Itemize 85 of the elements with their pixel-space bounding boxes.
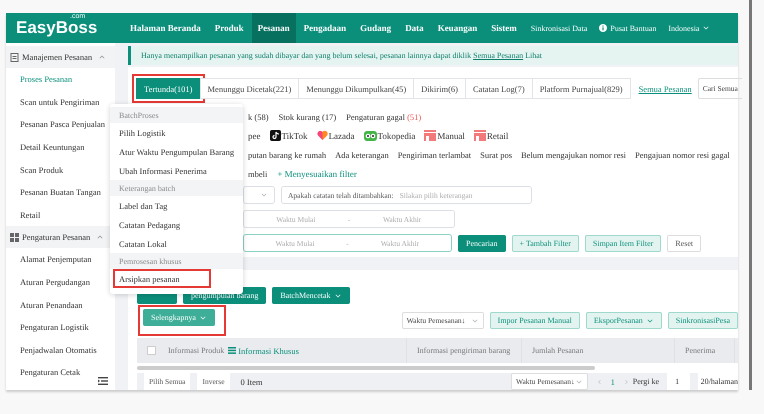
platform-filter[interactable]: Manual [424, 130, 465, 142]
status-filter[interactable]: k (58) [248, 112, 269, 122]
nav-item[interactable]: Pesanan [252, 13, 296, 43]
scrollbar[interactable] [749, 0, 752, 390]
nav-item[interactable]: Produk [208, 13, 250, 43]
page-input[interactable]: 1 [667, 373, 690, 390]
music-note-icon [270, 130, 280, 142]
sidebar-item[interactable]: Proses Pesanan [6, 68, 115, 91]
menu-item[interactable]: Label dan Tag [110, 196, 243, 215]
sidebar-item[interactable]: Penjadwalan Otomatis [6, 338, 115, 362]
menu-item[interactable]: Pilih Logistik [110, 123, 243, 142]
menu-item[interactable]: Ubah Informasi Penerima [110, 161, 243, 180]
filter-button[interactable]: Simpan Item Filter [584, 234, 662, 252]
tab[interactable]: Menunggu Dikumpulkan(45) [298, 78, 414, 100]
tab[interactable]: Dikirim(6) [413, 78, 466, 100]
platform-filter[interactable]: pee [248, 130, 260, 141]
group-title: Manajemen Pesanan [22, 52, 92, 62]
next-page-icon[interactable] [622, 378, 630, 386]
sidebar-item[interactable]: Pengaturan Logistik [6, 316, 115, 339]
tag-filter[interactable]: putan barang ke rumah [248, 150, 326, 160]
goto-label: Pergi ke [632, 377, 660, 386]
menu-item[interactable]: Atur Waktu Pengumpulan Barang [110, 142, 243, 161]
grid-icon [10, 232, 19, 242]
help-link[interactable]: Pusat Bantuan [599, 24, 656, 32]
page-size-select[interactable]: 20/halaman [698, 373, 738, 390]
customize-filter-link[interactable]: + Menyesuaikan filter [277, 168, 357, 179]
toolbar-button[interactable]: Impor Pesanan Manual [490, 312, 580, 329]
nav-item[interactable]: Keuangan [432, 13, 484, 43]
sync-link[interactable]: Sinkronisasi Data [530, 24, 588, 32]
all-orders-link[interactable]: Semua Pesanan [473, 51, 524, 60]
tag-filter[interactable]: Pengiriman terlambat [398, 150, 472, 160]
language-select[interactable]: Indonesia [668, 24, 710, 32]
status-filter[interactable]: Stok kurang (17) [278, 112, 336, 122]
item-count: 0 Item [240, 376, 262, 386]
nav-item[interactable]: Gudang [354, 13, 398, 43]
collapse-icon[interactable] [98, 377, 108, 385]
scrollbar-thumb[interactable] [137, 366, 595, 370]
tab[interactable]: Menunggu Dicetak(221) [200, 78, 300, 100]
page-number[interactable]: 1 [610, 376, 615, 386]
previous-page-icon[interactable] [596, 378, 603, 386]
document-icon [10, 52, 19, 62]
sidebar-group[interactable]: Manajemen Pesanan [6, 46, 115, 68]
status-filter[interactable]: Pengaturan gagal (51) [346, 112, 422, 122]
chevron-down-icon [702, 24, 710, 32]
filter-button[interactable]: Pencarian [458, 234, 506, 252]
action-button[interactable]: BatchMencetak [272, 287, 350, 304]
owl-icon [364, 130, 377, 142]
checkbox[interactable] [147, 346, 156, 355]
filter-button[interactable]: Reset [667, 234, 702, 252]
menu-section-title: Keterangan batch [110, 180, 243, 196]
menu-section-title: BatchProses [110, 107, 243, 123]
nav-item[interactable]: Data [399, 13, 430, 43]
heart-icon [316, 130, 328, 142]
platform-filter[interactable]: Lazada [316, 130, 355, 142]
column-header: Penerima [685, 346, 716, 355]
tag-filter[interactable]: Belum mengajukan nomor resi [521, 150, 626, 160]
tag-filter[interactable]: Pengajuan nomor resi gagal [635, 150, 730, 160]
platform-filter[interactable]: Retail [474, 130, 508, 142]
tag-filter[interactable]: Surat pos [480, 150, 512, 160]
toolbar-button[interactable]: EksporPesanan [586, 312, 662, 329]
filter-label: mbeli [248, 168, 268, 179]
sidebar-item[interactable]: Aturan Penandaan [6, 293, 115, 316]
toolbar-button[interactable]: SinkronisasiPesa [668, 312, 738, 329]
tab[interactable]: Catatan Log(7) [465, 78, 533, 100]
notice-text: Hanya menampilkan pesanan yang sudah dibayar dan yang belum selesai, pesanan lainnya dapat diklik Semua Pesanan Lihat [128, 46, 738, 66]
menu-item[interactable]: Arsipkan pesanan [113, 269, 211, 288]
nav-item[interactable]: Sistem [485, 13, 523, 43]
sidebar-item[interactable]: Pengaturan Cetak [6, 361, 115, 384]
tag-filter[interactable]: Ada keterangan [335, 150, 389, 160]
column-header: Informasi pengiriman barang [417, 346, 510, 355]
group-title: Pengaturan Pesanan [22, 232, 90, 242]
platform-filter[interactable]: Tokopedia [364, 130, 416, 142]
store-icon [474, 130, 486, 142]
all-orders-link[interactable]: Semua Pesanan [638, 84, 692, 94]
store-icon [424, 130, 436, 142]
nav-item[interactable]: Halaman Beranda [124, 13, 207, 43]
nav-item[interactable]: Pengadaan [298, 13, 352, 43]
column-header: Jumlah Pesanan [532, 346, 584, 355]
platform-filter[interactable]: TikTok [270, 130, 308, 142]
menu-section-title: Pemrosesan khusus [110, 253, 243, 269]
help-icon [599, 24, 608, 32]
column-header: Informasi Produk [168, 346, 224, 355]
filter-button[interactable]: + Tambah Filter [512, 234, 579, 252]
tab[interactable]: Platform Purnajual(829) [532, 78, 631, 100]
list-icon [228, 347, 236, 354]
